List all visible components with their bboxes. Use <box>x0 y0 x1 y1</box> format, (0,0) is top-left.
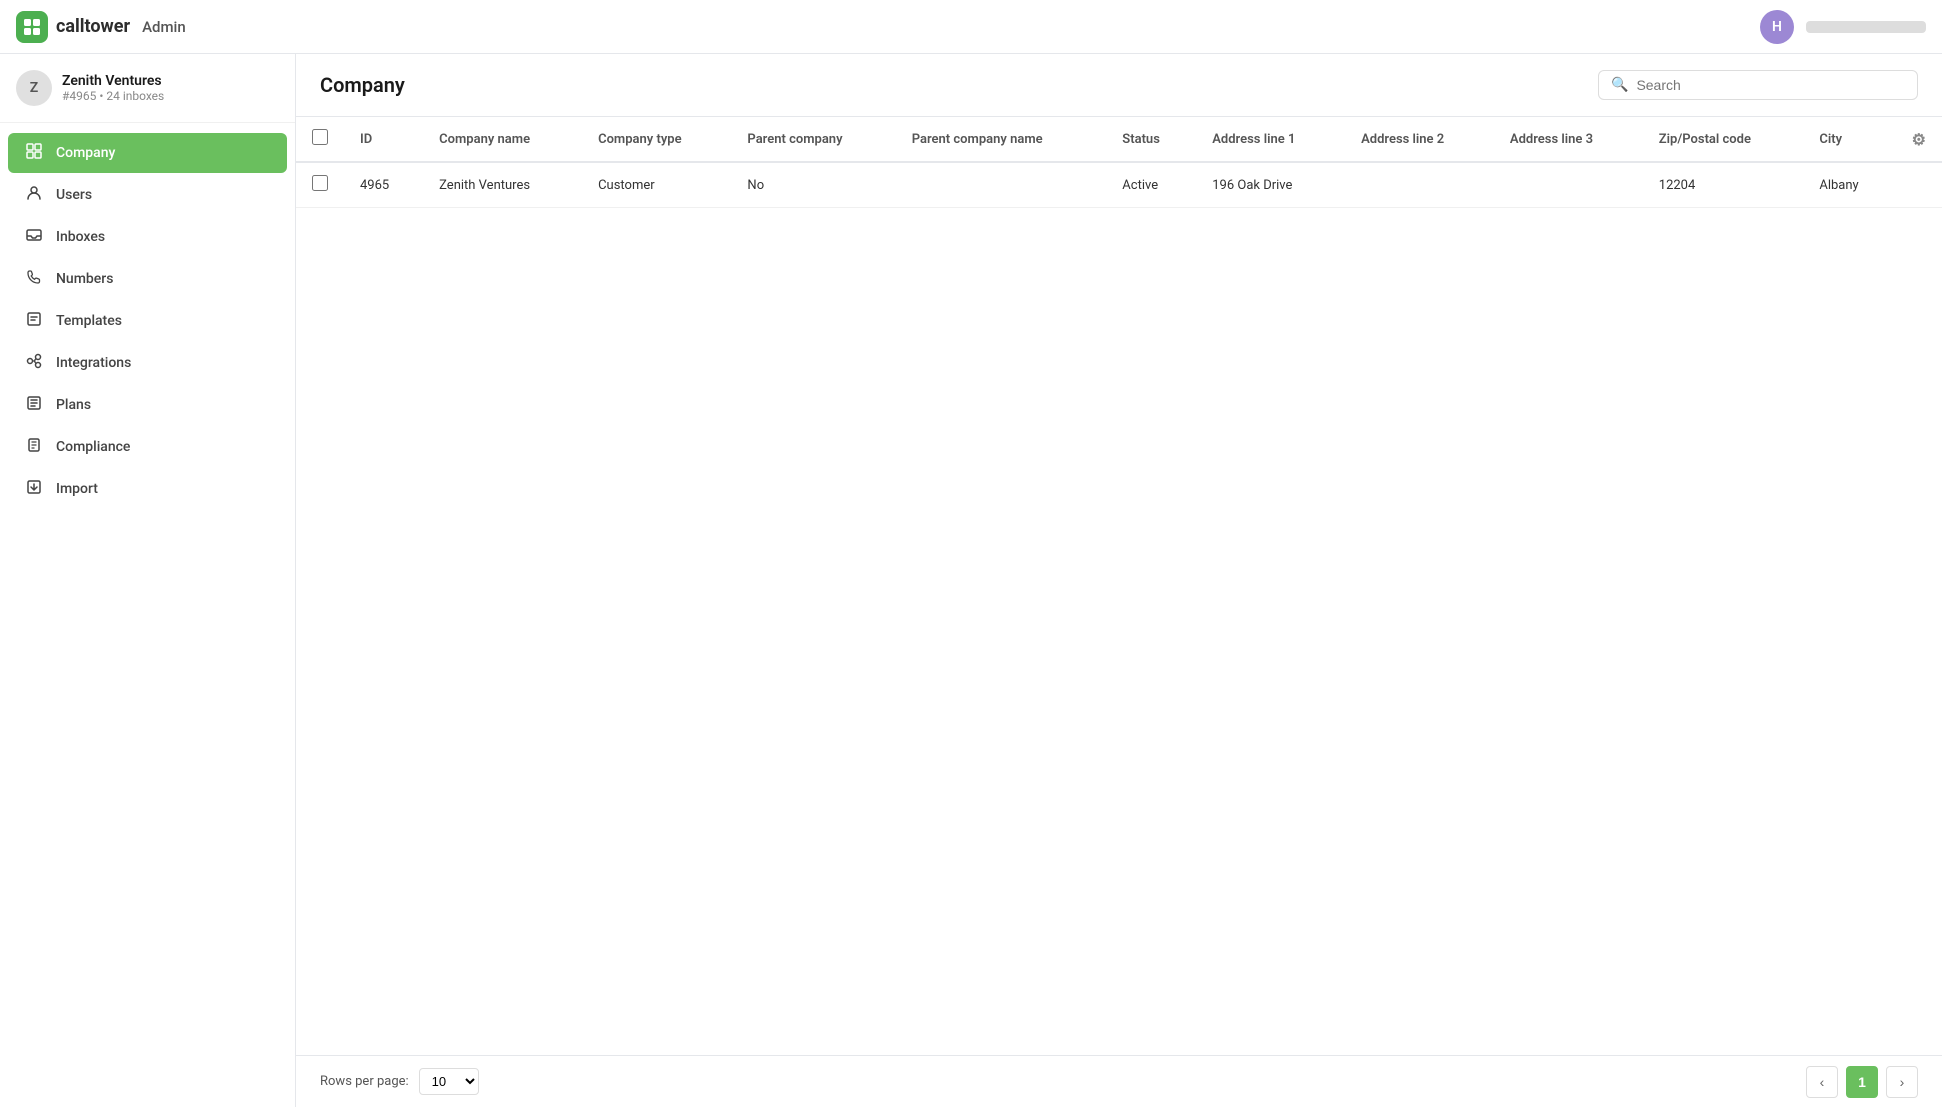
col-company-name: Company name <box>423 117 582 162</box>
top-nav-left: calltower Admin <box>16 11 186 43</box>
search-input[interactable] <box>1636 77 1905 93</box>
sidebar-item-users[interactable]: Users <box>8 175 287 215</box>
compliance-icon <box>24 437 44 457</box>
user-avatar[interactable]: H <box>1760 10 1794 44</box>
sidebar-item-templates[interactable]: Templates <box>8 301 287 341</box>
cell-zip: 12204 <box>1643 162 1804 208</box>
top-nav-right: H <box>1760 10 1926 44</box>
content-header: Company 🔍 <box>296 54 1942 117</box>
cell-address1: 196 Oak Drive <box>1196 162 1345 208</box>
sidebar-item-import[interactable]: Import <box>8 469 287 509</box>
sidebar-item-company[interactable]: Company <box>8 133 287 173</box>
sidebar-item-compliance[interactable]: Compliance <box>8 427 287 467</box>
col-city: City <box>1803 117 1895 162</box>
cell-status: Active <box>1106 162 1196 208</box>
col-company-type: Company type <box>582 117 731 162</box>
user-name-blur <box>1806 21 1926 33</box>
settings-gear-icon[interactable]: ⚙ <box>1912 130 1926 149</box>
table-body: 4965 Zenith Ventures Customer No Active … <box>296 162 1942 208</box>
cell-company-type: Customer <box>582 162 731 208</box>
nav-list: Company Users Inboxes Numbers Templates … <box>0 123 295 1107</box>
col-address1: Address line 1 <box>1196 117 1345 162</box>
cell-parent-company-name <box>896 162 1107 208</box>
sidebar-label-compliance: Compliance <box>56 439 130 455</box>
select-all-checkbox[interactable] <box>312 129 328 145</box>
cell-address2 <box>1345 162 1494 208</box>
templates-icon <box>24 311 44 331</box>
cell-address3 <box>1494 162 1643 208</box>
plans-icon <box>24 395 44 415</box>
table-row: 4965 Zenith Ventures Customer No Active … <box>296 162 1942 208</box>
sidebar-label-import: Import <box>56 481 98 497</box>
col-address3: Address line 3 <box>1494 117 1643 162</box>
rows-per-page-label: Rows per page: <box>320 1074 409 1089</box>
sidebar-item-inboxes[interactable]: Inboxes <box>8 217 287 257</box>
table-container: ID Company name Company type Parent comp… <box>296 117 1942 1055</box>
page-title: Company <box>320 73 405 97</box>
logo-icon <box>16 11 48 43</box>
next-page-button[interactable]: › <box>1886 1066 1918 1098</box>
sidebar-label-users: Users <box>56 187 92 203</box>
rows-per-page: Rows per page: 102550100 <box>320 1068 479 1095</box>
users-icon <box>24 185 44 205</box>
sidebar-label-company: Company <box>56 145 115 161</box>
select-all-cell <box>296 117 344 162</box>
import-icon <box>24 479 44 499</box>
logo-text: calltower <box>56 16 130 37</box>
account-section: Z Zenith Ventures #4965 • 24 inboxes <box>0 54 295 123</box>
cell-company-name: Zenith Ventures <box>423 162 582 208</box>
account-info: Zenith Ventures #4965 • 24 inboxes <box>62 73 164 103</box>
sidebar-label-numbers: Numbers <box>56 271 113 287</box>
row-checkbox[interactable] <box>312 175 328 191</box>
page-1-button[interactable]: 1 <box>1846 1066 1878 1098</box>
top-nav: calltower Admin H <box>0 0 1942 54</box>
col-parent-company: Parent company <box>731 117 895 162</box>
col-address2: Address line 2 <box>1345 117 1494 162</box>
table-footer: Rows per page: 102550100 ‹ 1 › <box>296 1055 1942 1107</box>
integrations-icon <box>24 353 44 373</box>
company-table: ID Company name Company type Parent comp… <box>296 117 1942 208</box>
prev-page-button[interactable]: ‹ <box>1806 1066 1838 1098</box>
pagination: ‹ 1 › <box>1806 1066 1918 1098</box>
inboxes-icon <box>24 227 44 247</box>
table-header: ID Company name Company type Parent comp… <box>296 117 1942 162</box>
sidebar-item-plans[interactable]: Plans <box>8 385 287 425</box>
col-parent-company-name: Parent company name <box>896 117 1107 162</box>
logo-wrap: calltower <box>16 11 130 43</box>
sidebar-item-integrations[interactable]: Integrations <box>8 343 287 383</box>
cell-city: Albany <box>1803 162 1895 208</box>
sidebar-label-integrations: Integrations <box>56 355 131 371</box>
sidebar-item-numbers[interactable]: Numbers <box>8 259 287 299</box>
col-status: Status <box>1106 117 1196 162</box>
admin-label: Admin <box>142 18 186 36</box>
sidebar: Z Zenith Ventures #4965 • 24 inboxes Com… <box>0 54 296 1107</box>
numbers-icon <box>24 269 44 289</box>
account-name: Zenith Ventures <box>62 73 164 89</box>
sidebar-label-templates: Templates <box>56 313 122 329</box>
col-id: ID <box>344 117 423 162</box>
layout: Z Zenith Ventures #4965 • 24 inboxes Com… <box>0 54 1942 1107</box>
account-meta: #4965 • 24 inboxes <box>62 89 164 103</box>
col-zip: Zip/Postal code <box>1643 117 1804 162</box>
sidebar-label-plans: Plans <box>56 397 91 413</box>
search-box[interactable]: 🔍 <box>1598 70 1918 100</box>
main-content: Company 🔍 ID Company name Company type P… <box>296 54 1942 1107</box>
company-icon <box>24 143 44 163</box>
sidebar-label-inboxes: Inboxes <box>56 229 105 245</box>
col-settings: ⚙ <box>1896 117 1942 162</box>
rows-per-page-select[interactable]: 102550100 <box>419 1068 479 1095</box>
cell-id: 4965 <box>344 162 423 208</box>
account-avatar: Z <box>16 70 52 106</box>
cell-parent-company: No <box>731 162 895 208</box>
search-icon: 🔍 <box>1611 77 1628 93</box>
